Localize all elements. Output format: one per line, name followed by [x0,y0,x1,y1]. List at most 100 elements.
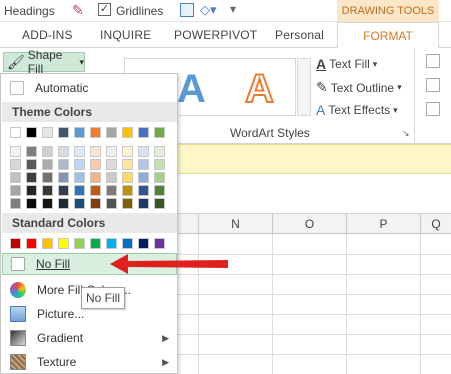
color-swatch[interactable] [42,238,53,249]
gallery-scroll[interactable] [297,58,311,116]
color-swatch[interactable] [106,198,117,209]
color-swatch[interactable] [154,238,165,249]
color-swatch[interactable] [90,127,101,138]
color-swatch[interactable] [58,238,69,249]
color-swatch[interactable] [106,185,117,196]
color-swatch[interactable] [74,159,85,170]
color-swatch[interactable] [26,127,37,138]
color-swatch[interactable] [10,127,21,138]
color-swatch[interactable] [26,172,37,183]
color-swatch[interactable] [138,127,149,138]
color-swatch[interactable] [138,198,149,209]
color-swatch[interactable] [122,172,133,183]
color-swatch[interactable] [26,238,37,249]
color-swatch[interactable] [90,146,101,157]
color-swatch[interactable] [74,198,85,209]
color-swatch[interactable] [122,159,133,170]
color-swatch[interactable] [90,185,101,196]
color-swatch[interactable] [90,159,101,170]
color-swatch[interactable] [74,238,85,249]
customize-dropdown-icon[interactable]: ▾ [230,2,236,16]
color-swatch[interactable] [106,238,117,249]
color-swatch[interactable] [10,185,21,196]
color-swatch[interactable] [138,172,149,183]
color-swatch[interactable] [42,127,53,138]
shape-fill-button[interactable]: 🖌 Shape Fill ▾ [3,48,85,76]
color-swatch[interactable] [42,172,53,183]
headings-label[interactable]: Headings [4,4,55,18]
wordart-orange-sample[interactable]: A [244,66,275,112]
color-swatch[interactable] [42,159,53,170]
color-swatch[interactable] [106,159,117,170]
color-swatch[interactable] [74,172,85,183]
color-swatch[interactable] [106,146,117,157]
color-swatch[interactable] [10,198,21,209]
text-fill-button[interactable]: A Text Fill ▾ [316,56,377,72]
color-swatch[interactable] [122,146,133,157]
color-swatch[interactable] [26,146,37,157]
column-header[interactable]: Q [420,214,451,234]
tab-add-ins[interactable]: ADD-INS [22,28,73,42]
color-swatch[interactable] [10,146,21,157]
text-outline-button[interactable]: ✎ Text Outline ▾ [316,79,402,96]
color-swatch[interactable] [74,127,85,138]
color-swatch[interactable] [10,159,21,170]
dialog-launcher-icon[interactable]: ↘ [402,128,410,139]
column-header[interactable]: O [272,214,346,234]
color-swatch[interactable] [58,146,69,157]
gradient-option[interactable]: Gradient ▶ [2,327,177,349]
color-swatch[interactable] [90,198,101,209]
color-swatch[interactable] [58,172,69,183]
color-swatch[interactable] [122,198,133,209]
tab-format[interactable]: FORMAT [337,22,439,49]
color-swatch[interactable] [154,127,165,138]
color-swatch[interactable] [138,146,149,157]
wordart-blue-sample[interactable]: A [177,67,206,112]
color-swatch[interactable] [138,238,149,249]
picture-icon[interactable] [180,3,194,17]
arrange-icon[interactable] [426,78,440,92]
color-swatch[interactable] [10,238,21,249]
color-swatch[interactable] [58,127,69,138]
column-header[interactable]: N [198,214,272,234]
text-effects-button[interactable]: A Text Effects ▾ [316,102,398,118]
color-swatch[interactable] [106,127,117,138]
eraser-icon[interactable]: ✎ [72,2,84,19]
color-swatch[interactable] [10,172,21,183]
color-swatch[interactable] [90,238,101,249]
color-swatch[interactable] [42,146,53,157]
color-swatch[interactable] [138,185,149,196]
shapes-icon[interactable]: ◇▾ [200,2,217,18]
color-swatch[interactable] [90,172,101,183]
tab-powerpivot[interactable]: POWERPIVOT [174,28,257,42]
grid-row-line [178,314,451,315]
tab-inquire[interactable]: INQUIRE [100,28,151,42]
color-swatch[interactable] [58,185,69,196]
tab-personal[interactable]: Personal [275,28,324,42]
color-swatch[interactable] [154,159,165,170]
color-swatch[interactable] [154,198,165,209]
color-swatch[interactable] [154,146,165,157]
color-swatch[interactable] [106,172,117,183]
color-swatch[interactable] [74,146,85,157]
color-swatch[interactable] [138,159,149,170]
color-swatch[interactable] [26,185,37,196]
arrange-icon[interactable] [426,102,440,116]
arrange-icon[interactable] [426,54,440,68]
color-swatch[interactable] [74,185,85,196]
color-swatch[interactable] [154,185,165,196]
gridlines-checkbox[interactable]: ✓ [98,3,111,16]
color-swatch[interactable] [26,159,37,170]
color-swatch[interactable] [42,185,53,196]
color-swatch[interactable] [154,172,165,183]
column-header[interactable]: P [346,214,420,234]
color-swatch[interactable] [42,198,53,209]
automatic-option[interactable]: Automatic [2,77,177,99]
color-swatch[interactable] [122,185,133,196]
color-swatch[interactable] [58,198,69,209]
color-swatch[interactable] [122,127,133,138]
texture-option[interactable]: Texture ▶ [2,351,177,373]
color-swatch[interactable] [122,238,133,249]
color-swatch[interactable] [58,159,69,170]
color-swatch[interactable] [26,198,37,209]
